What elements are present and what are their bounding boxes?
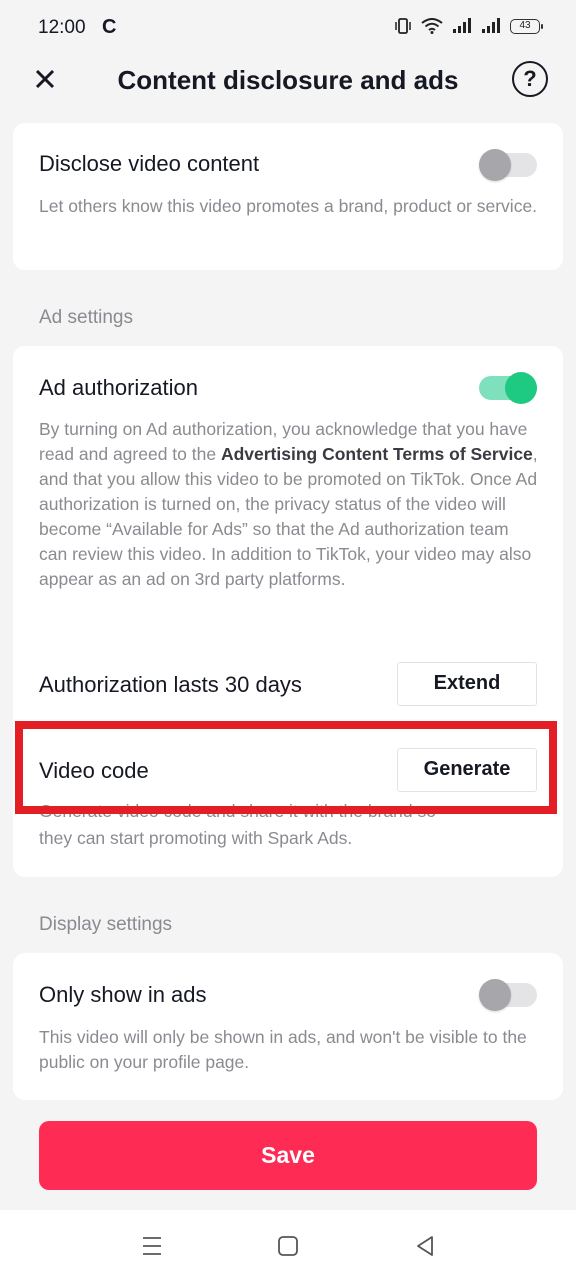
status-bar: 12:00 C 43 <box>0 0 576 56</box>
disclose-title: Disclose video content <box>39 151 260 176</box>
only-show-in-ads-title: Only show in ads <box>39 982 207 1007</box>
carrier-icon: C <box>102 16 117 38</box>
ad-authorization-toggle[interactable] <box>479 372 537 404</box>
back-icon[interactable] <box>413 1234 437 1258</box>
home-icon[interactable] <box>276 1234 300 1258</box>
page-title: Content disclosure and ads <box>117 65 459 95</box>
disclose-description: Let others know this video promotes a br… <box>39 196 538 216</box>
only-show-in-ads-description: This video will only be shown in ads, an… <box>39 1027 527 1072</box>
signal-icon <box>453 18 471 33</box>
status-icons: 43 <box>394 18 543 34</box>
toggle-knob <box>479 149 511 181</box>
display-settings-card: Only show in ads This video will only be… <box>13 953 563 1100</box>
video-code-label: Video code <box>39 758 149 783</box>
ad-authorization-title: Ad authorization <box>39 375 198 400</box>
battery-icon: 43 <box>510 18 543 34</box>
toggle-knob <box>505 372 537 404</box>
signal-icon <box>482 18 500 33</box>
disclose-toggle[interactable] <box>479 149 537 181</box>
video-code-description: they can start promoting with Spark Ads. <box>39 828 353 848</box>
help-button[interactable]: ? <box>512 61 548 97</box>
description-text: , and that you allow this video to be pr… <box>39 444 538 589</box>
navigation-bar <box>0 1210 576 1280</box>
extend-button[interactable]: Extend <box>397 662 537 706</box>
menu-icon[interactable] <box>140 1234 164 1258</box>
help-icon: ? <box>523 66 537 91</box>
ad-settings-label: Ad settings <box>39 307 133 328</box>
generate-button[interactable]: Generate <box>397 748 537 792</box>
status-time: 12:00 <box>38 17 86 38</box>
ad-settings-card: Ad authorization By turning on Ad author… <box>13 346 563 877</box>
header: Content disclosure and ads ? <box>0 56 576 106</box>
authorization-duration-label: Authorization lasts 30 days <box>39 672 302 697</box>
save-button[interactable]: Save <box>39 1121 537 1190</box>
terms-of-service-link[interactable]: Advertising Content Terms of Service <box>221 444 533 464</box>
video-code-description-line1: Generate video code and share it with th… <box>39 801 436 821</box>
ad-authorization-description: By turning on Ad authorization, you ackn… <box>39 417 539 592</box>
only-show-in-ads-toggle[interactable] <box>479 979 537 1011</box>
toggle-knob <box>479 979 511 1011</box>
display-settings-label: Display settings <box>39 914 173 935</box>
disclose-card: Disclose video content Let others know t… <box>13 123 563 270</box>
wifi-icon <box>421 18 443 34</box>
vibrate-icon <box>395 18 411 34</box>
